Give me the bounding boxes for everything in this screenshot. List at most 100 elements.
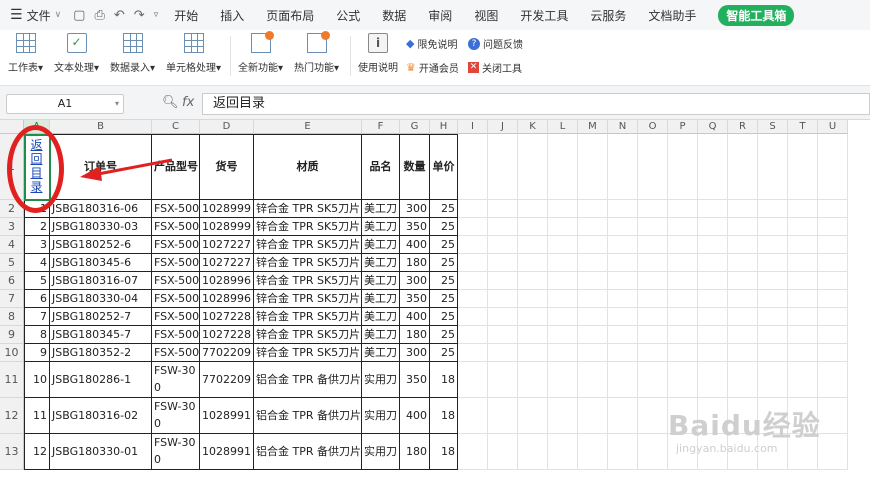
table-cell[interactable]: 180	[400, 326, 430, 344]
empty-cell[interactable]	[488, 200, 518, 218]
data-entry-button[interactable]: 数据录入▾	[110, 33, 155, 74]
table-cell[interactable]: 1028996	[200, 290, 254, 308]
empty-cell[interactable]	[518, 236, 548, 254]
empty-cell[interactable]	[518, 254, 548, 272]
hot-features-button[interactable]: 热门功能▾	[294, 31, 339, 74]
empty-cell[interactable]	[788, 272, 818, 290]
tab-3[interactable]: 公式	[336, 7, 360, 24]
empty-cell[interactable]	[698, 254, 728, 272]
column-header[interactable]: C	[152, 120, 200, 134]
empty-cell[interactable]	[548, 218, 578, 236]
table-cell[interactable]: 12	[24, 434, 50, 470]
row-header[interactable]: 2	[0, 200, 24, 218]
empty-cell[interactable]	[488, 236, 518, 254]
empty-cell[interactable]	[818, 236, 848, 254]
table-cell[interactable]: 锌合金 TPR SK5刀片	[254, 218, 362, 236]
table-cell[interactable]: 8	[24, 326, 50, 344]
empty-cell[interactable]	[788, 218, 818, 236]
empty-cell[interactable]	[788, 326, 818, 344]
empty-cell[interactable]	[668, 272, 698, 290]
name-box[interactable]: A1 ▾	[6, 94, 124, 114]
row-header[interactable]: 5	[0, 254, 24, 272]
table-cell[interactable]: FSX-500	[152, 200, 200, 218]
empty-cell[interactable]	[818, 326, 848, 344]
empty-cell[interactable]	[608, 326, 638, 344]
empty-cell[interactable]	[518, 308, 548, 326]
column-header[interactable]: U	[818, 120, 848, 134]
table-cell[interactable]: FSX-500	[152, 290, 200, 308]
row-header[interactable]: 4	[0, 236, 24, 254]
tab-10[interactable]: 智能工具箱	[718, 4, 795, 26]
table-cell[interactable]: JSBG180316-02	[50, 398, 152, 434]
table-cell[interactable]: 1028991	[200, 434, 254, 470]
empty-cell[interactable]	[578, 290, 608, 308]
empty-cell[interactable]	[548, 308, 578, 326]
column-header[interactable]: N	[608, 120, 638, 134]
empty-cell[interactable]	[698, 344, 728, 362]
empty-cell[interactable]	[608, 134, 638, 200]
table-cell[interactable]: 1027228	[200, 326, 254, 344]
row-header[interactable]: 6	[0, 272, 24, 290]
table-cell[interactable]: 25	[430, 326, 458, 344]
empty-cell[interactable]	[788, 236, 818, 254]
table-cell[interactable]: 1028991	[200, 398, 254, 434]
empty-cell[interactable]	[698, 134, 728, 200]
empty-cell[interactable]	[488, 398, 518, 434]
text-processing-button[interactable]: 文本处理▾	[54, 33, 99, 74]
empty-cell[interactable]	[638, 200, 668, 218]
table-cell[interactable]: 300	[400, 344, 430, 362]
empty-cell[interactable]	[548, 272, 578, 290]
column-header[interactable]: O	[638, 120, 668, 134]
empty-cell[interactable]	[698, 236, 728, 254]
empty-cell[interactable]	[458, 254, 488, 272]
print-icon[interactable]: ⎙	[94, 8, 104, 23]
empty-cell[interactable]	[488, 272, 518, 290]
table-cell[interactable]: FSX-500	[152, 254, 200, 272]
empty-cell[interactable]	[578, 254, 608, 272]
table-cell[interactable]: 美工刀	[362, 254, 400, 272]
table-cell[interactable]: 180	[400, 434, 430, 470]
table-cell[interactable]: 7702209	[200, 362, 254, 398]
empty-cell[interactable]	[698, 290, 728, 308]
empty-cell[interactable]	[788, 344, 818, 362]
table-cell[interactable]: JSBG180252-6	[50, 236, 152, 254]
table-cell[interactable]: 10	[24, 362, 50, 398]
table-cell[interactable]: 铝合金 TPR 备供刀片	[254, 362, 362, 398]
empty-cell[interactable]	[788, 308, 818, 326]
empty-cell[interactable]	[488, 434, 518, 470]
table-cell[interactable]: 美工刀	[362, 236, 400, 254]
table-cell[interactable]: 美工刀	[362, 344, 400, 362]
empty-cell[interactable]	[548, 398, 578, 434]
tab-0[interactable]: 开始	[174, 7, 198, 24]
empty-cell[interactable]	[758, 236, 788, 254]
empty-cell[interactable]	[458, 344, 488, 362]
tab-8[interactable]: 云服务	[590, 7, 626, 24]
table-cell[interactable]: 2	[24, 218, 50, 236]
empty-cell[interactable]	[698, 326, 728, 344]
table-cell[interactable]: 25	[430, 344, 458, 362]
empty-cell[interactable]	[458, 236, 488, 254]
empty-cell[interactable]	[668, 290, 698, 308]
table-cell[interactable]: 1028999	[200, 200, 254, 218]
empty-cell[interactable]	[548, 344, 578, 362]
empty-cell[interactable]	[548, 362, 578, 398]
table-cell[interactable]: 25	[430, 272, 458, 290]
tab-7[interactable]: 开发工具	[520, 7, 568, 24]
empty-cell[interactable]	[668, 218, 698, 236]
empty-cell[interactable]	[488, 344, 518, 362]
free-trial-link[interactable]: ◆ 限免说明	[406, 36, 457, 51]
empty-cell[interactable]	[488, 254, 518, 272]
membership-link[interactable]: ♛ 开通会员	[406, 60, 459, 75]
table-cell[interactable]: FSW-300	[152, 398, 200, 434]
empty-cell[interactable]	[818, 254, 848, 272]
empty-cell[interactable]	[458, 326, 488, 344]
empty-cell[interactable]	[818, 218, 848, 236]
empty-cell[interactable]	[638, 272, 668, 290]
formula-input[interactable]: 返回目录	[202, 93, 870, 115]
table-cell[interactable]: 锌合金 TPR SK5刀片	[254, 272, 362, 290]
table-cell[interactable]: 18	[430, 398, 458, 434]
table-cell[interactable]: FSX-500	[152, 344, 200, 362]
empty-cell[interactable]	[758, 254, 788, 272]
empty-cell[interactable]	[728, 290, 758, 308]
table-cell[interactable]: 3	[24, 236, 50, 254]
